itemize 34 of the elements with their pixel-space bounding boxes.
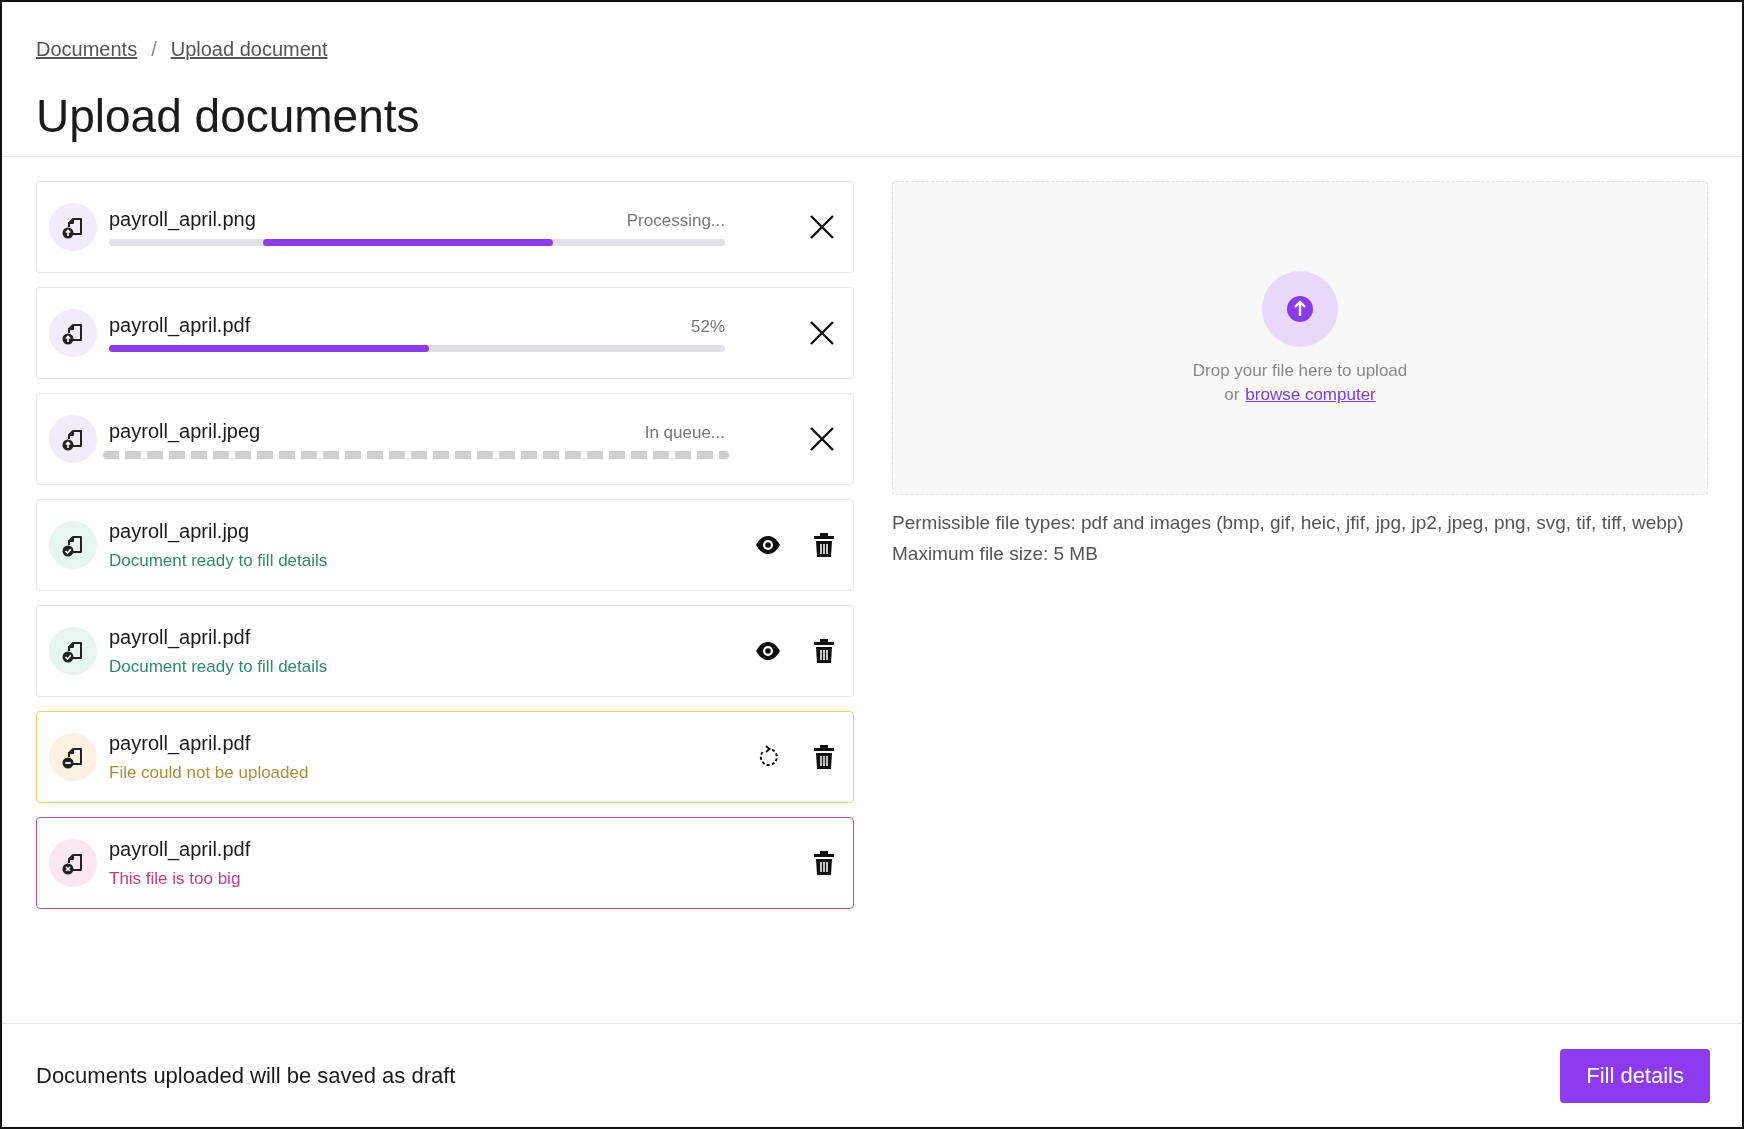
upload-status: In queue... <box>644 422 725 443</box>
file-icon <box>49 733 97 781</box>
file-name: payroll_april.jpg <box>109 519 251 543</box>
file-status: This file is too big <box>109 868 242 889</box>
file-name: payroll_april.pdf <box>109 837 252 861</box>
file-icon <box>49 309 97 357</box>
file-icon <box>49 839 97 887</box>
upload-status: Processing... <box>626 211 725 231</box>
drop-zone[interactable]: Drop your file here to upload or browse computer <box>892 181 1708 495</box>
breadcrumb-link[interactable]: Upload document <box>170 38 328 61</box>
file-icon <box>49 415 97 463</box>
breadcrumb-link[interactable]: Documents <box>36 38 138 61</box>
file-icon <box>49 627 97 675</box>
file-name: payroll_april.pdf <box>109 625 252 649</box>
file-name: payroll_april.png <box>109 208 256 231</box>
breadcrumb-separator: / <box>151 38 157 61</box>
file-icon <box>49 203 97 251</box>
file-status: Document ready to fill details <box>109 656 329 677</box>
file-types-text: Permissible file types: pdf and images (bmp, gif, heic, jfif, jpg, jp2, jpeg, png, svg, tif, tiff, webp) <box>892 511 1685 535</box>
file-name: payroll_april.jpeg <box>109 419 261 443</box>
drop-prompt: Drop your file here to upload <box>1192 361 1408 381</box>
upload-icon <box>1262 271 1338 347</box>
file-name: payroll_april.pdf <box>109 731 252 755</box>
upload-status: 52% <box>690 317 725 337</box>
file-icon <box>49 521 97 569</box>
fill-details-button[interactable]: Fill details <box>1560 1048 1710 1103</box>
draft-note: Documents uploaded will be saved as draft <box>36 1062 456 1089</box>
page-title: Upload documents <box>36 89 421 143</box>
file-status: Document ready to fill details <box>109 550 329 571</box>
max-size-text: Maximum file size: 5 MB <box>892 542 1099 566</box>
browse-link[interactable]: browse computer <box>1245 385 1376 405</box>
file-status: File could not be uploaded <box>109 762 310 783</box>
or-text: or <box>1224 385 1240 405</box>
file-name: payroll_april.pdf <box>109 314 251 337</box>
